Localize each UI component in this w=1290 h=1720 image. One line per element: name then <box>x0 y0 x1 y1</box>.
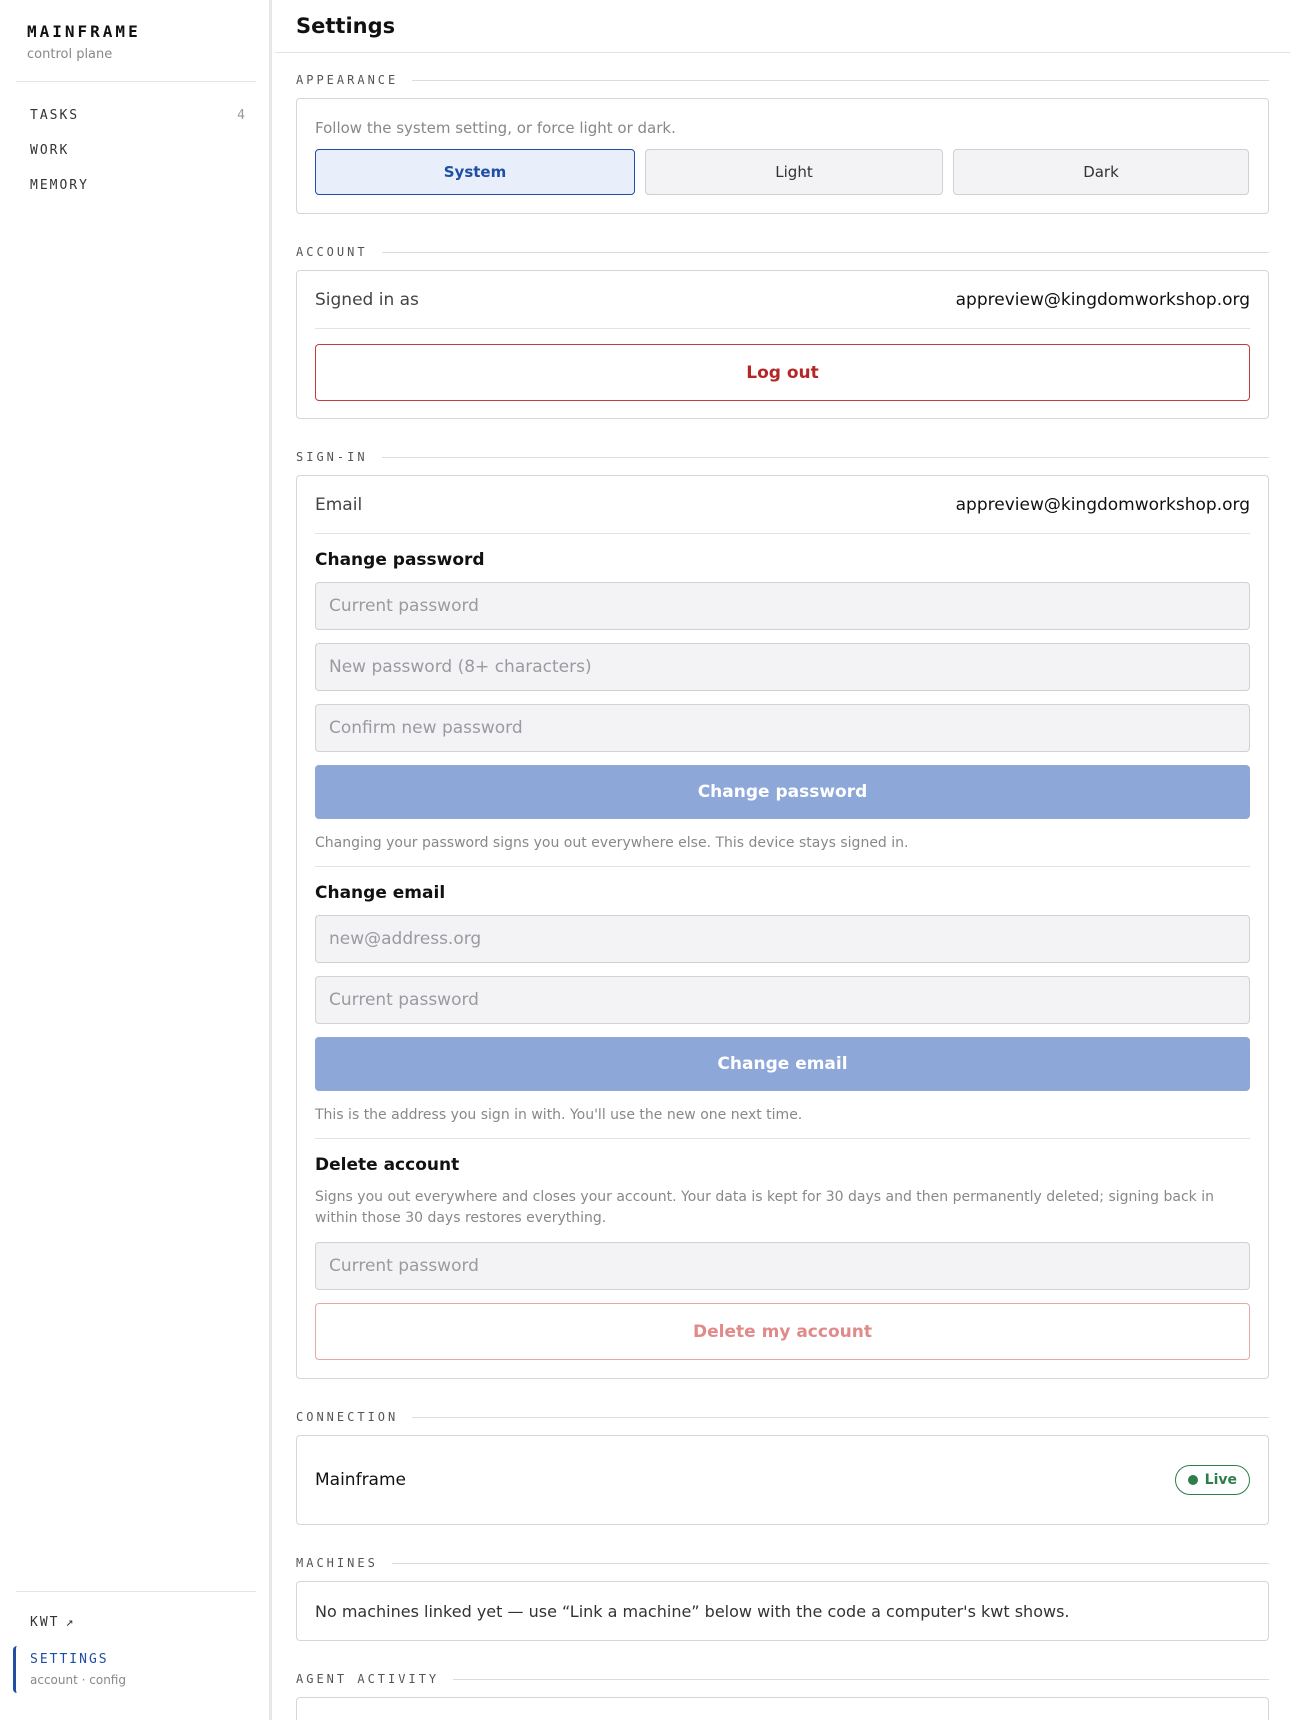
sidebar-item-label: KWT <box>30 1615 60 1630</box>
new-email-input[interactable] <box>315 915 1250 963</box>
connection-section-heading: CONNECTION <box>296 1405 1269 1429</box>
sidebar-divider <box>16 81 256 82</box>
brand: MAINFRAME control plane <box>27 22 141 62</box>
section-title: APPEARANCE <box>296 73 399 87</box>
delete-account-button[interactable]: Delete my account <box>315 1303 1250 1360</box>
delete-account-title: Delete account <box>315 1155 460 1175</box>
change-email-button[interactable]: Change email <box>315 1037 1250 1091</box>
appearance-card: Follow the system setting, or force ligh… <box>296 98 1269 214</box>
section-title: AGENT ACTIVITY <box>296 1672 440 1686</box>
brand-subtitle: control plane <box>27 47 113 62</box>
change-email-help: This is the address you sign in with. Yo… <box>315 1107 803 1123</box>
brand-title: MAINFRAME <box>27 22 141 41</box>
section-title: MACHINES <box>296 1556 378 1570</box>
main-content: Settings APPEARANCE Follow the system se… <box>275 0 1290 1720</box>
connection-name: Mainframe <box>315 1470 406 1490</box>
sidebar-item-sublabel: account · config <box>30 1673 126 1687</box>
agent-activity-card <box>296 1697 1269 1720</box>
sidebar-item-label: TASKS <box>30 108 80 123</box>
sidebar-item-label: MEMORY <box>30 178 89 193</box>
sidebar-item-label: WORK <box>30 143 70 158</box>
signin-section-heading: SIGN-IN <box>296 445 1269 469</box>
divider <box>315 866 1250 867</box>
connection-card: Mainframe Live <box>296 1435 1269 1525</box>
section-title: ACCOUNT <box>296 245 368 259</box>
account-card: Signed in as appreview@kingdomworkshop.o… <box>296 270 1269 419</box>
appearance-description: Follow the system setting, or force ligh… <box>315 119 676 137</box>
email-label: Email <box>315 494 363 515</box>
sidebar-item-memory[interactable]: MEMORY <box>30 168 245 203</box>
status-label: Live <box>1204 1472 1237 1488</box>
theme-option-system[interactable]: System <box>315 149 635 195</box>
sidebar-item-work[interactable]: WORK <box>30 133 245 168</box>
sidebar-item-tasks[interactable]: TASKS 4 <box>30 98 245 133</box>
change-email-title: Change email <box>315 883 446 903</box>
page-title: Settings <box>296 14 396 38</box>
signed-in-email: appreview@kingdomworkshop.org <box>955 289 1250 310</box>
section-divider <box>412 1416 1269 1418</box>
section-divider <box>381 251 1269 253</box>
change-password-help: Changing your password signs you out eve… <box>315 835 909 851</box>
external-link-icon: ↗ <box>65 1615 76 1630</box>
page-header: Settings <box>275 0 1290 53</box>
sidebar: MAINFRAME control plane TASKS 4 WORK MEM… <box>0 0 272 1720</box>
change-password-button[interactable]: Change password <box>315 765 1250 819</box>
machines-card: No machines linked yet — use “Link a mac… <box>296 1581 1269 1641</box>
change-password-title: Change password <box>315 550 485 570</box>
sidebar-item-kwt[interactable]: KWT ↗ <box>30 1605 269 1640</box>
status-badge: Live <box>1174 1465 1250 1495</box>
theme-selector: System Light Dark <box>315 149 1250 195</box>
appearance-section-heading: APPEARANCE <box>296 68 1269 92</box>
main-nav: TASKS 4 WORK MEMORY <box>30 98 245 203</box>
email-current-password-input[interactable] <box>315 976 1250 1024</box>
email-value: appreview@kingdomworkshop.org <box>955 494 1250 515</box>
confirm-password-input[interactable] <box>315 704 1250 752</box>
logout-button[interactable]: Log out <box>315 344 1250 401</box>
sidebar-item-settings[interactable]: SETTINGS account · config <box>13 1646 269 1693</box>
section-divider <box>453 1678 1269 1680</box>
account-section-heading: ACCOUNT <box>296 240 1269 264</box>
section-title: CONNECTION <box>296 1410 399 1424</box>
settings-content[interactable]: APPEARANCE Follow the system setting, or… <box>275 68 1290 1720</box>
signed-in-row: Signed in as appreview@kingdomworkshop.o… <box>315 271 1250 328</box>
divider <box>315 533 1250 534</box>
sidebar-divider <box>16 1591 256 1592</box>
agent-activity-section-heading: AGENT ACTIVITY <box>296 1667 1269 1691</box>
delete-account-help: Signs you out everywhere and closes your… <box>315 1189 1214 1226</box>
machines-empty-text: No machines linked yet — use “Link a mac… <box>315 1601 1070 1621</box>
section-divider <box>391 1562 1269 1564</box>
email-row: Email appreview@kingdomworkshop.org <box>315 476 1250 533</box>
theme-option-light[interactable]: Light <box>645 149 943 195</box>
signin-card: Email appreview@kingdomworkshop.org Chan… <box>296 475 1269 1379</box>
section-divider <box>381 456 1269 458</box>
tasks-count-badge: 4 <box>237 108 245 123</box>
section-title: SIGN-IN <box>296 450 368 464</box>
machines-section-heading: MACHINES <box>296 1551 1269 1575</box>
current-password-input[interactable] <box>315 582 1250 630</box>
connection-row: Mainframe Live <box>315 1436 1250 1524</box>
signed-in-label: Signed in as <box>315 289 419 310</box>
sidebar-item-label: SETTINGS <box>30 1652 109 1667</box>
delete-current-password-input[interactable] <box>315 1242 1250 1290</box>
theme-option-dark[interactable]: Dark <box>953 149 1249 195</box>
status-dot-icon <box>1187 1475 1198 1485</box>
section-divider <box>412 79 1269 81</box>
new-password-input[interactable] <box>315 643 1250 691</box>
divider <box>315 1138 1250 1139</box>
bottom-nav: KWT ↗ SETTINGS account · config <box>0 1605 269 1693</box>
